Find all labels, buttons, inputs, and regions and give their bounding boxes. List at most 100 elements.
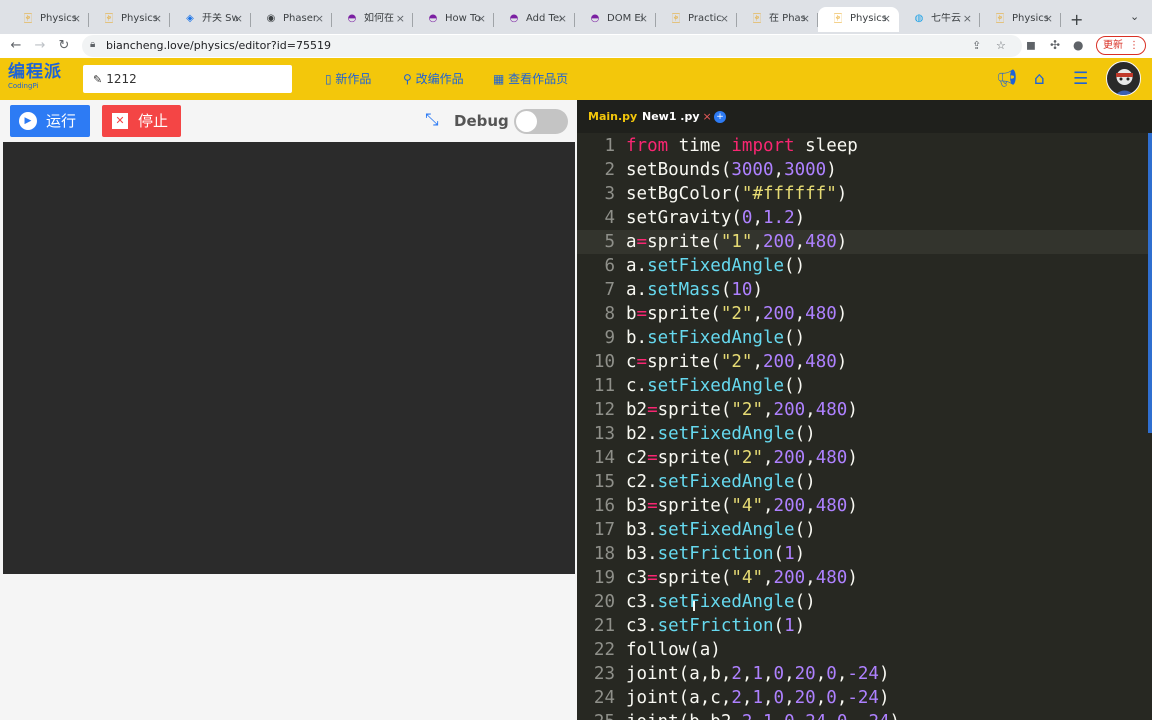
edit-work-button[interactable]: ⚲ 改编作品: [403, 72, 464, 86]
browser-tab[interactable]: ◓ How To ×: [413, 7, 494, 32]
close-tab-icon[interactable]: ×: [477, 12, 486, 26]
forward-icon[interactable]: →: [31, 37, 49, 55]
code-line[interactable]: 19 c3=sprite("4",200,480): [577, 566, 1148, 590]
code-line[interactable]: 16 b3=sprite("4",200,480): [577, 494, 1148, 518]
codingpi-icon: 🀄︎: [834, 13, 842, 24]
code-line[interactable]: 2 setBounds(3000,3000): [577, 158, 1148, 182]
browser-tab[interactable]: 🀄︎ Physics ×: [89, 7, 170, 32]
close-tab-icon[interactable]: ×: [963, 12, 972, 26]
back-icon[interactable]: ←: [7, 37, 25, 55]
reload-icon[interactable]: ↻: [55, 37, 73, 55]
close-tab-icon[interactable]: ×: [72, 12, 81, 26]
line-number: 6: [604, 256, 615, 276]
tab-new1-py[interactable]: New1 .py ×: [642, 110, 712, 124]
browser-tab[interactable]: ◓ 如何在 ×: [332, 7, 413, 32]
code-text: a=sprite("1",200,480): [626, 232, 848, 252]
line-number: 20: [593, 592, 615, 612]
browser-tab[interactable]: 🀄︎ 在 Phas ×: [737, 7, 818, 32]
code-line[interactable]: 7 a.setMass(10): [577, 278, 1148, 302]
browser-tab[interactable]: ◍ 七牛云 ×: [899, 7, 980, 32]
browser-tab[interactable]: ◉ Phaser ×: [251, 7, 332, 32]
home-icon[interactable]: ⌂: [1034, 70, 1045, 88]
browser-tab[interactable]: ◈ 开关 Sw ×: [170, 7, 251, 32]
code-text: setBgColor("#ffffff"): [626, 184, 848, 204]
compress-icon[interactable]: ⤡: [425, 110, 439, 130]
code-text: c2.setFixedAngle(): [626, 472, 816, 492]
browser-tab[interactable]: 🀄︎ Physics ×: [980, 7, 1061, 32]
debug-toggle[interactable]: [514, 109, 568, 134]
close-tab-icon[interactable]: ×: [396, 12, 405, 26]
list-icon[interactable]: ☰: [1073, 70, 1088, 88]
new-work-button[interactable]: ▯ 新作品: [325, 72, 371, 86]
browser-tab[interactable]: 🀄︎ Physics ×: [818, 7, 899, 32]
add-file-icon[interactable]: +: [714, 111, 726, 123]
stop-button[interactable]: ✕ 停止: [102, 105, 181, 137]
code-line[interactable]: 13 b2.setFixedAngle(): [577, 422, 1148, 446]
line-number: 10: [593, 352, 615, 372]
code-line[interactable]: 4 setGravity(0,1.2): [577, 206, 1148, 230]
code-area[interactable]: 1 from time import sleep 2 setBounds(3000,3…: [577, 134, 1148, 720]
address-bar[interactable]: 🔒︎ biancheng.love/physics/editor?id=7551…: [82, 35, 1022, 57]
codingpi-logo[interactable]: 编程派 CodingPi: [8, 62, 62, 90]
avatar[interactable]: [1106, 61, 1141, 96]
code-line[interactable]: 24 joint(a,c,2,1,0,20,0,-24): [577, 686, 1148, 710]
code-line[interactable]: 10 c=sprite("2",200,480): [577, 350, 1148, 374]
code-line[interactable]: 8 b=sprite("2",200,480): [577, 302, 1148, 326]
tab-main-py[interactable]: Main.py: [588, 110, 637, 124]
code-line[interactable]: 22 follow(a): [577, 638, 1148, 662]
run-button[interactable]: ▶ 运行: [10, 105, 90, 137]
close-tab-icon[interactable]: ×: [153, 12, 162, 26]
code-line[interactable]: 12 b2=sprite("2",200,480): [577, 398, 1148, 422]
code-text: c3.setFriction(1): [626, 616, 806, 636]
code-line[interactable]: 9 b.setFixedAngle(): [577, 326, 1148, 350]
code-line[interactable]: 15 c2.setFixedAngle(): [577, 470, 1148, 494]
new-tab-icon[interactable]: +: [1070, 10, 1083, 29]
tab-title: Physics: [121, 13, 157, 24]
close-tab-icon[interactable]: ×: [1044, 12, 1053, 26]
code-line[interactable]: 21 c3.setFriction(1): [577, 614, 1148, 638]
browser-tab[interactable]: ◓ Add Tex ×: [494, 7, 575, 32]
code-line[interactable]: 5 a=sprite("1",200,480): [577, 230, 1148, 254]
share-icon[interactable]: ⇪: [972, 38, 981, 54]
close-tab-icon[interactable]: ×: [882, 12, 891, 26]
project-title-input[interactable]: ✎ 1212: [83, 65, 292, 93]
close-tab-icon[interactable]: ×: [315, 12, 324, 26]
line-number: 25: [577, 710, 615, 720]
code-line[interactable]: 3 setBgColor("#ffffff"): [577, 182, 1148, 206]
game-canvas[interactable]: [3, 142, 575, 574]
close-tab-icon[interactable]: ×: [801, 12, 810, 26]
view-page-button[interactable]: ▦ 查看作品页: [493, 72, 568, 86]
close-tab-icon[interactable]: ×: [720, 12, 729, 26]
tab-search-icon[interactable]: ⌄: [1130, 10, 1139, 23]
code-text: setBounds(3000,3000): [626, 160, 837, 180]
close-tab-icon[interactable]: ×: [234, 12, 243, 26]
code-line[interactable]: 11 c.setFixedAngle(): [577, 374, 1148, 398]
close-icon[interactable]: ×: [703, 110, 712, 123]
profile-icon[interactable]: ●: [1073, 37, 1083, 53]
close-tab-icon[interactable]: ×: [639, 12, 648, 26]
stop-icon: ✕: [112, 113, 128, 129]
browser-tab[interactable]: 🀄︎ Physics ×: [8, 7, 89, 32]
code-line[interactable]: 17 b3.setFixedAngle(): [577, 518, 1148, 542]
browser-tab[interactable]: 🀄︎ Practic ×: [656, 7, 737, 32]
code-line[interactable]: 6 a.setFixedAngle(): [577, 254, 1148, 278]
line-number: 12: [593, 400, 615, 420]
megaphone-icon[interactable]: 📢︎: [996, 70, 1018, 88]
code-text: a.setMass(10): [626, 280, 764, 300]
browser-tab[interactable]: ◓ DOM El ×: [575, 7, 656, 32]
line-number: 11: [593, 376, 615, 396]
code-line[interactable]: 18 b3.setFriction(1): [577, 542, 1148, 566]
code-text: b3.setFixedAngle(): [626, 520, 816, 540]
puzzle-icon[interactable]: ✣: [1050, 37, 1060, 53]
editor-scrollbar[interactable]: [1148, 133, 1152, 433]
code-line[interactable]: 14 c2=sprite("2",200,480): [577, 446, 1148, 470]
extension-icon[interactable]: ◼: [1026, 37, 1036, 53]
code-line[interactable]: 20 c3.setFixedAngle(): [577, 590, 1148, 614]
code-line[interactable]: 25 joint(b,b2,2,1,0,24,0,-24): [577, 710, 1148, 720]
close-tab-icon[interactable]: ×: [558, 12, 567, 26]
bookmark-star-icon[interactable]: ☆: [996, 38, 1006, 54]
code-line[interactable]: 1 from time import sleep: [577, 134, 1148, 158]
code-line[interactable]: 23 joint(a,b,2,1,0,20,0,-24): [577, 662, 1148, 686]
editor-tabs: Main.py New1 .py × +: [577, 100, 1152, 133]
update-button[interactable]: 更新 ⋮: [1096, 36, 1146, 55]
